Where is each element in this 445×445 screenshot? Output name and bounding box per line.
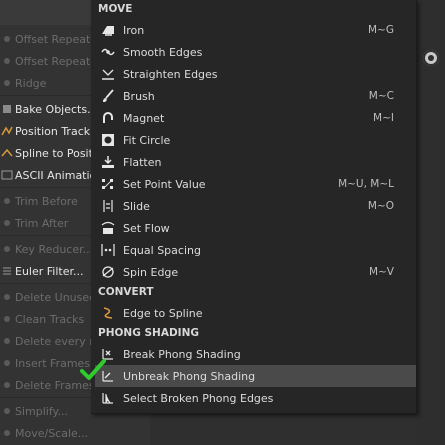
menu-item-label: Straighten Edges (123, 67, 218, 81)
section-header-phong-shading: PHONG SHADING (98, 327, 199, 339)
menu-item-label: Magnet (123, 111, 165, 125)
menu-item-unbreak-phong-shading[interactable]: Unbreak Phong Shading (95, 365, 416, 387)
bullet-icon (0, 312, 14, 326)
menu-item-straighten-edges[interactable]: Straighten Edges (95, 63, 416, 85)
shortcut-label: M~C (368, 90, 394, 102)
menu-item-label: Brush (123, 89, 155, 103)
menu-item-smooth-edges[interactable]: Smooth Edges (95, 41, 416, 63)
menu-item-set-flow[interactable]: Set Flow (95, 217, 416, 239)
menu-item-equal-spacing[interactable]: Equal Spacing (95, 239, 416, 261)
bg-item-label: Simplify... (15, 404, 68, 418)
section-header-convert: CONVERT (98, 286, 154, 298)
spin-edge-icon (101, 265, 115, 279)
shortcut-label: M~U, M~L (338, 178, 394, 190)
menu-item-select-broken-phong-edges[interactable]: Select Broken Phong Edges (95, 387, 416, 409)
menu-item-label: Equal Spacing (123, 243, 201, 257)
iron-icon (101, 23, 115, 37)
bullet-icon (0, 194, 14, 208)
menu-item-break-phong-shading[interactable]: Break Phong Shading (95, 343, 416, 365)
bullet-icon (0, 404, 14, 418)
brush-icon (101, 89, 115, 103)
menu-item-spin-edge[interactable]: Spin Edge M~V (95, 261, 416, 283)
spline-icon (0, 146, 14, 160)
menu-item-label: Fit Circle (123, 133, 171, 147)
euler-filter-icon (0, 264, 14, 278)
bg-item-label: Insert Frames (15, 356, 91, 370)
menu-item-label: Flatten (123, 155, 162, 169)
position-track-icon (0, 124, 14, 138)
menu-item-slide[interactable]: Slide M~O (95, 195, 416, 217)
right-panel (416, 0, 445, 445)
menu-item-label: Break Phong Shading (123, 347, 241, 361)
menu-item-label: Set Flow (123, 221, 170, 235)
smooth-edges-icon (101, 45, 115, 59)
menu-item-label: Unbreak Phong Shading (123, 369, 256, 383)
menu-item-label: Slide (123, 199, 150, 213)
checkmark-icon (80, 358, 106, 382)
shortcut-label: M~V (368, 266, 394, 278)
mesh-tools-popup-menu: MOVE Iron M~G Smooth Edges Straighten Ed… (91, 0, 417, 414)
menu-item-edge-to-spline[interactable]: Edge to Spline (95, 302, 416, 324)
bg-item-label: Clean Tracks (15, 312, 85, 326)
bullet-icon (0, 334, 14, 348)
set-point-value-icon (101, 177, 115, 191)
gear-icon[interactable] (423, 50, 439, 66)
section-header-move: MOVE (98, 3, 133, 15)
set-flow-icon (101, 221, 115, 235)
menu-item-brush[interactable]: Brush M~C (95, 85, 416, 107)
shortcut-label: M~O (367, 200, 394, 212)
menu-item-label: Select Broken Phong Edges (123, 391, 274, 405)
bullet-icon (0, 356, 14, 370)
menu-item-magnet[interactable]: Magnet M~I (95, 107, 416, 129)
menu-item-label: Smooth Edges (123, 45, 203, 59)
bg-item-label: Trim Before (15, 194, 78, 208)
bullet-icon (0, 32, 14, 46)
menu-item-iron[interactable]: Iron M~G (95, 19, 416, 41)
bullet-icon (0, 290, 14, 304)
shortcut-label: M~I (373, 112, 394, 124)
bullet-icon (0, 76, 14, 90)
shortcut-label: M~G (368, 24, 394, 36)
bg-item-label: Trim After (15, 216, 69, 230)
fit-circle-icon (101, 133, 115, 147)
bg-item-label: Ridge (15, 76, 47, 90)
menu-item-label: Edge to Spline (123, 306, 203, 320)
menu-item-label: Spin Edge (123, 265, 179, 279)
bullet-icon (0, 54, 14, 68)
bullet-icon (0, 242, 14, 256)
menu-item-set-point-value[interactable]: Set Point Value M~U, M~L (95, 173, 416, 195)
edge-to-spline-icon (101, 306, 115, 320)
equal-spacing-icon (101, 243, 115, 257)
select-broken-phong-icon (101, 391, 115, 405)
bg-item-move-scale: Move/Scale... (0, 422, 150, 444)
bg-item-label: Euler Filter... (15, 264, 84, 278)
bg-item-label: Key Reducer... (15, 242, 94, 256)
bake-icon (0, 102, 14, 116)
bullet-icon (0, 378, 14, 392)
bg-item-label: Move/Scale... (15, 426, 89, 440)
menu-item-label: Set Point Value (123, 177, 206, 191)
ascii-animation-icon (0, 168, 14, 182)
menu-item-flatten[interactable]: Flatten (95, 151, 416, 173)
bullet-icon (0, 216, 14, 230)
menu-item-fit-circle[interactable]: Fit Circle (95, 129, 416, 151)
bullet-icon (0, 426, 14, 440)
slide-icon (101, 199, 115, 213)
straighten-edges-icon (101, 67, 115, 81)
flatten-icon (101, 155, 115, 169)
bg-item-label: Bake Objects... (15, 102, 98, 116)
magnet-icon (101, 111, 115, 125)
menu-item-label: Iron (123, 23, 145, 37)
